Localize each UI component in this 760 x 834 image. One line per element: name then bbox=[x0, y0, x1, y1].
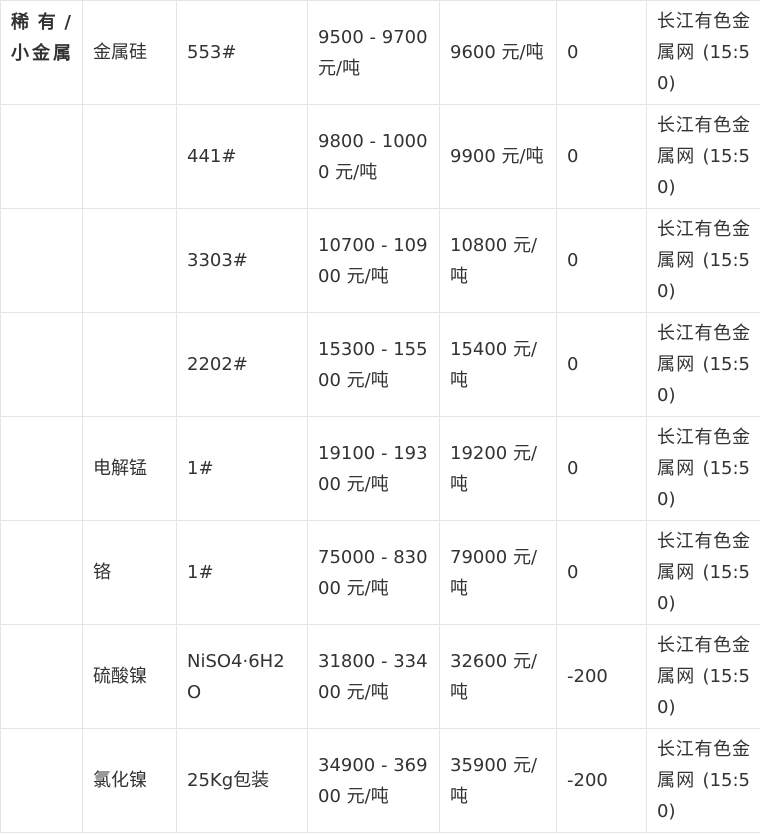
price-change-cell: 0 bbox=[556, 104, 647, 209]
spec-cell: 553# bbox=[176, 0, 308, 105]
metal-name-cell: 氯化镍 bbox=[82, 728, 177, 833]
average-price-cell: 9900 元/吨 bbox=[439, 104, 557, 209]
category-cell bbox=[0, 312, 83, 417]
table-row: 电解锰 1# 19100 - 19300 元/吨 19200 元/吨 0 长江有… bbox=[0, 416, 760, 521]
price-range-cell: 75000 - 83000 元/吨 bbox=[307, 520, 440, 625]
metal-name-cell bbox=[82, 104, 177, 209]
source-cell: 长江有色金属网 (15:50) bbox=[646, 416, 760, 521]
price-range-cell: 9500 - 9700 元/吨 bbox=[307, 0, 440, 105]
category-cell bbox=[0, 624, 83, 729]
category-cell bbox=[0, 728, 83, 833]
metal-name-cell: 铬 bbox=[82, 520, 177, 625]
average-price-cell: 19200 元/吨 bbox=[439, 416, 557, 521]
metal-name-cell: 硫酸镍 bbox=[82, 624, 177, 729]
spec-cell: 441# bbox=[176, 104, 308, 209]
source-cell: 长江有色金属网 (15:50) bbox=[646, 208, 760, 313]
average-price-cell: 35900 元/吨 bbox=[439, 728, 557, 833]
price-range-cell: 31800 - 33400 元/吨 bbox=[307, 624, 440, 729]
category-cell bbox=[0, 416, 83, 521]
source-cell: 长江有色金属网 (15:50) bbox=[646, 104, 760, 209]
table-row: 441# 9800 - 10000 元/吨 9900 元/吨 0 长江有色金属网… bbox=[0, 104, 760, 209]
table-row: 2202# 15300 - 15500 元/吨 15400 元/吨 0 长江有色… bbox=[0, 312, 760, 417]
price-change-cell: 0 bbox=[556, 520, 647, 625]
price-change-cell: 0 bbox=[556, 208, 647, 313]
price-range-cell: 34900 - 36900 元/吨 bbox=[307, 728, 440, 833]
price-range-cell: 9800 - 10000 元/吨 bbox=[307, 104, 440, 209]
metal-name-cell bbox=[82, 312, 177, 417]
price-change-cell: 0 bbox=[556, 312, 647, 417]
table-row: 氯化镍 25Kg包装 34900 - 36900 元/吨 35900 元/吨 -… bbox=[0, 728, 760, 833]
category-cell: 稀有/小金属 bbox=[0, 0, 83, 105]
source-cell: 长江有色金属网 (15:50) bbox=[646, 0, 760, 105]
table-row: 硫酸镍 NiSO4·6H2O 31800 - 33400 元/吨 32600 元… bbox=[0, 624, 760, 729]
metal-name-cell: 金属硅 bbox=[82, 0, 177, 105]
source-cell: 长江有色金属网 (15:50) bbox=[646, 728, 760, 833]
table-row: 3303# 10700 - 10900 元/吨 10800 元/吨 0 长江有色… bbox=[0, 208, 760, 313]
spec-cell: 1# bbox=[176, 416, 308, 521]
table-row: 铬 1# 75000 - 83000 元/吨 79000 元/吨 0 长江有色金… bbox=[0, 520, 760, 625]
spec-cell: NiSO4·6H2O bbox=[176, 624, 308, 729]
price-range-cell: 19100 - 19300 元/吨 bbox=[307, 416, 440, 521]
metal-name-cell bbox=[82, 208, 177, 313]
average-price-cell: 32600 元/吨 bbox=[439, 624, 557, 729]
category-cell bbox=[0, 520, 83, 625]
source-cell: 长江有色金属网 (15:50) bbox=[646, 312, 760, 417]
average-price-cell: 9600 元/吨 bbox=[439, 0, 557, 105]
price-change-cell: -200 bbox=[556, 624, 647, 729]
average-price-cell: 15400 元/吨 bbox=[439, 312, 557, 417]
spec-cell: 1# bbox=[176, 520, 308, 625]
spec-cell: 3303# bbox=[176, 208, 308, 313]
price-range-cell: 15300 - 15500 元/吨 bbox=[307, 312, 440, 417]
table-row: 稀有/小金属 金属硅 553# 9500 - 9700 元/吨 9600 元/吨… bbox=[0, 0, 760, 105]
category-cell bbox=[0, 104, 83, 209]
source-cell: 长江有色金属网 (15:50) bbox=[646, 520, 760, 625]
price-change-cell: -200 bbox=[556, 728, 647, 833]
spec-cell: 2202# bbox=[176, 312, 308, 417]
spec-cell: 25Kg包装 bbox=[176, 728, 308, 833]
price-range-cell: 10700 - 10900 元/吨 bbox=[307, 208, 440, 313]
average-price-cell: 10800 元/吨 bbox=[439, 208, 557, 313]
source-cell: 长江有色金属网 (15:50) bbox=[646, 624, 760, 729]
price-change-cell: 0 bbox=[556, 0, 647, 105]
metal-name-cell: 电解锰 bbox=[82, 416, 177, 521]
price-change-cell: 0 bbox=[556, 416, 647, 521]
price-table: 稀有/小金属 金属硅 553# 9500 - 9700 元/吨 9600 元/吨… bbox=[0, 0, 760, 833]
average-price-cell: 79000 元/吨 bbox=[439, 520, 557, 625]
category-cell bbox=[0, 208, 83, 313]
